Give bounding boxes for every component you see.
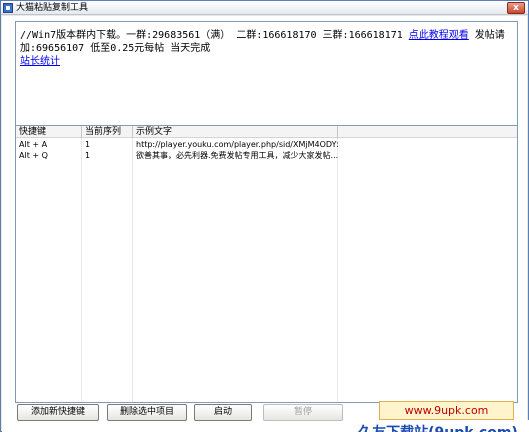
app-window: 大猫粘贴复制工具 x //Win7版本群内下载。一群:29683561（满） 二… [0,0,529,432]
sample-text-cell: 欲善其事，必先利器.免费发帖专用工具，减少大家发帖... [136,151,338,160]
table-header: 快捷键 当前序列 示例文字 [16,126,517,138]
close-button[interactable]: x [507,2,525,14]
info-text: //Win7版本群内下载。一群:29683561（满） 二群:166618170… [20,29,512,68]
hotkey-table[interactable]: 快捷键 当前序列 示例文字 Alt + A 1 http://player.yo… [15,125,518,403]
hotkey-cell: Alt + Q [19,151,48,160]
info-line: //Win7版本群内下载。一群:29683561（满） 二群:166618170… [20,30,409,41]
hotkey-cell: Alt + A [19,140,48,149]
sequence-cell: 1 [85,140,91,149]
app-icon [3,3,13,13]
sample-text-cell: http://player.youku.com/player.php/sid/X… [136,140,338,149]
info-panel: //Win7版本群内下载。一群:29683561（满） 二群:166618170… [15,21,518,132]
column-divider [337,138,338,402]
watermark-url: www.9upk.com [379,401,514,420]
sequence-cell: 1 [85,151,91,160]
column-divider [132,138,133,402]
tutorial-link[interactable]: 点此教程观看 [409,30,469,41]
column-header-sample-text[interactable]: 示例文字 [133,126,338,138]
stats-link[interactable]: 站长统计 [20,56,60,67]
column-header-sequence[interactable]: 当前序列 [82,126,133,138]
table-row[interactable]: Alt + A 1 http://player.youku.com/player… [16,139,517,150]
start-button[interactable]: 启动 [194,404,252,421]
client-area: //Win7版本群内下载。一群:29683561（满） 二群:166618170… [2,16,529,432]
add-hotkey-button[interactable]: 添加新快捷键 [17,404,99,421]
delete-selected-button[interactable]: 删除选中项目 [107,404,187,421]
table-row[interactable]: Alt + Q 1 欲善其事，必先利器.免费发帖专用工具，减少大家发帖... [16,150,517,161]
window-title: 大猫粘贴复制工具 [16,3,89,13]
column-divider [81,138,82,402]
title-bar[interactable]: 大猫粘贴复制工具 x [1,1,528,15]
watermark-brand: 久友下载站(9upk.com) [347,420,529,432]
pause-button[interactable]: 暂停 [263,404,343,421]
column-header-hotkey[interactable]: 快捷键 [16,126,82,138]
